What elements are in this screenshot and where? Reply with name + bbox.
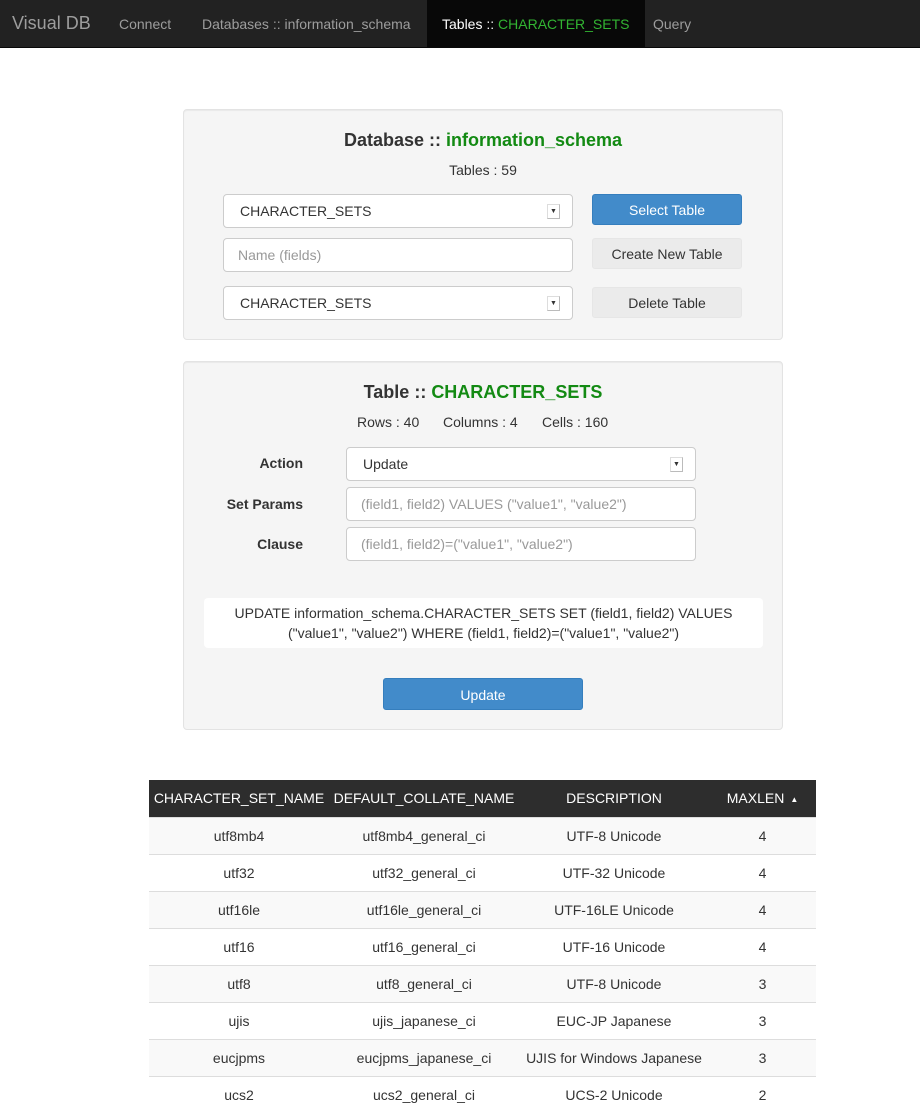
dropdown-arrow-icon: ▼ — [547, 296, 560, 311]
nav-tables[interactable]: Tables :: CHARACTER_SETS — [427, 0, 645, 48]
table-name: CHARACTER_SETS — [431, 382, 603, 402]
table-cell: EUC-JP Japanese — [519, 1001, 709, 1039]
column-header-maxlen[interactable]: MAXLEN ▲ — [709, 780, 816, 817]
table-cell: ujis_japanese_ci — [329, 1001, 519, 1039]
nav-query[interactable]: Query — [653, 0, 691, 48]
column-header-character-set-name[interactable]: CHARACTER_SET_NAME — [149, 780, 329, 817]
table-cell: UTF-8 Unicode — [519, 816, 709, 854]
rows-count: Rows : 40 — [357, 414, 420, 430]
table-cell: UTF-32 Unicode — [519, 853, 709, 891]
table-cell: utf16le_general_ci — [329, 890, 519, 928]
table-cell: ucs2 — [149, 1075, 329, 1108]
nav-connect[interactable]: Connect — [119, 0, 171, 48]
table-cell: 2 — [709, 1075, 816, 1108]
set-params-label: Set Params — [226, 496, 303, 512]
select-table-button[interactable]: Select Table — [592, 194, 742, 225]
table-cell: UTF-8 Unicode — [519, 964, 709, 1002]
table-row[interactable]: utf32 utf32_general_ci UTF-32 Unicode 4 — [149, 853, 816, 891]
table-title: Table :: CHARACTER_SETS — [184, 382, 782, 403]
tables-count: Tables : 59 — [449, 162, 517, 178]
table-row[interactable]: utf8mb4 utf8mb4_general_ci UTF-8 Unicode… — [149, 816, 816, 854]
table-cell: 3 — [709, 1038, 816, 1076]
column-header-default-collate-name[interactable]: DEFAULT_COLLATE_NAME — [329, 780, 519, 817]
table-cell: 3 — [709, 964, 816, 1002]
table-row[interactable]: utf8 utf8_general_ci UTF-8 Unicode 3 — [149, 964, 816, 1002]
table-cell: UTF-16 Unicode — [519, 927, 709, 965]
table-header-row: CHARACTER_SET_NAME DEFAULT_COLLATE_NAME … — [149, 780, 816, 817]
table-name-fields-input[interactable] — [223, 238, 573, 272]
table-cell: 4 — [709, 890, 816, 928]
select-table-value: CHARACTER_SETS — [240, 203, 372, 219]
sort-ascending-icon: ▲ — [790, 795, 799, 805]
brand-logo[interactable]: Visual DB — [12, 13, 91, 34]
table-cell: eucjpms_japanese_ci — [329, 1038, 519, 1076]
columns-count: Columns : 4 — [443, 414, 518, 430]
table-panel: Table :: CHARACTER_SETS Rows : 40 Column… — [183, 361, 783, 730]
table-cell: UTF-16LE Unicode — [519, 890, 709, 928]
table-cell: UJIS for Windows Japanese — [519, 1038, 709, 1076]
clause-input[interactable] — [346, 527, 696, 561]
cells-count: Cells : 160 — [542, 414, 609, 430]
table-cell: 4 — [709, 816, 816, 854]
database-title: Database :: information_schema — [184, 130, 782, 151]
nav-tables-prefix: Tables :: — [442, 16, 499, 32]
table-cell: eucjpms — [149, 1038, 329, 1076]
query-preview: UPDATE information_schema.CHARACTER_SETS… — [204, 598, 763, 648]
query-preview-line-2: ("value1", "value2") WHERE (field1, fiel… — [287, 625, 680, 641]
table-cell: utf8mb4_general_ci — [329, 816, 519, 854]
table-cell: 4 — [709, 927, 816, 965]
action-value: Update — [363, 456, 409, 472]
table-cell: utf8mb4 — [149, 816, 329, 854]
table-cell: utf8_general_ci — [329, 964, 519, 1002]
database-panel: Database :: information_schema Tables : … — [183, 109, 783, 340]
dropdown-arrow-icon: ▼ — [670, 457, 683, 472]
delete-table-value: CHARACTER_SETS — [240, 295, 372, 311]
nav-tables-name: CHARACTER_SETS — [498, 16, 630, 32]
table-cell: UCS-2 Unicode — [519, 1075, 709, 1108]
table-row[interactable]: ucs2 ucs2_general_ci UCS-2 Unicode 2 — [149, 1075, 816, 1108]
clause-label: Clause — [257, 536, 303, 552]
dropdown-arrow-icon: ▼ — [547, 204, 560, 219]
table-cell: utf8 — [149, 964, 329, 1002]
column-header-description[interactable]: DESCRIPTION — [519, 780, 709, 817]
database-title-prefix: Database :: — [343, 130, 446, 150]
table-cell: 4 — [709, 853, 816, 891]
delete-table-dropdown[interactable]: CHARACTER_SETS ▼ — [223, 286, 573, 320]
delete-table-button[interactable]: Delete Table — [592, 287, 742, 318]
table-row[interactable]: eucjpms eucjpms_japanese_ci UJIS for Win… — [149, 1038, 816, 1076]
table-cell: 3 — [709, 1001, 816, 1039]
table-cell: utf32_general_ci — [329, 853, 519, 891]
update-button[interactable]: Update — [383, 678, 583, 710]
table-title-prefix: Table :: — [363, 382, 432, 402]
column-header-maxlen-label: MAXLEN — [726, 790, 785, 807]
table-cell: utf32 — [149, 853, 329, 891]
database-name: information_schema — [446, 130, 623, 150]
results-table: CHARACTER_SET_NAME DEFAULT_COLLATE_NAME … — [149, 780, 816, 1108]
table-cell: ucs2_general_ci — [329, 1075, 519, 1108]
nav-databases[interactable]: Databases :: information_schema — [202, 0, 411, 48]
action-dropdown[interactable]: Update ▼ — [346, 447, 696, 481]
table-row[interactable]: utf16 utf16_general_ci UTF-16 Unicode 4 — [149, 927, 816, 965]
table-cell: utf16_general_ci — [329, 927, 519, 965]
action-label: Action — [259, 455, 303, 471]
query-preview-line-1: UPDATE information_schema.CHARACTER_SETS… — [234, 605, 733, 621]
table-cell: utf16 — [149, 927, 329, 965]
table-cell: utf16le — [149, 890, 329, 928]
create-new-table-button[interactable]: Create New Table — [592, 238, 742, 269]
table-row[interactable]: utf16le utf16le_general_ci UTF-16LE Unic… — [149, 890, 816, 928]
top-navbar: Visual DB Connect Databases :: informati… — [0, 0, 920, 48]
table-cell: ujis — [149, 1001, 329, 1039]
table-row[interactable]: ujis ujis_japanese_ci EUC-JP Japanese 3 — [149, 1001, 816, 1039]
set-params-input[interactable] — [346, 487, 696, 521]
select-table-dropdown[interactable]: CHARACTER_SETS ▼ — [223, 194, 573, 228]
